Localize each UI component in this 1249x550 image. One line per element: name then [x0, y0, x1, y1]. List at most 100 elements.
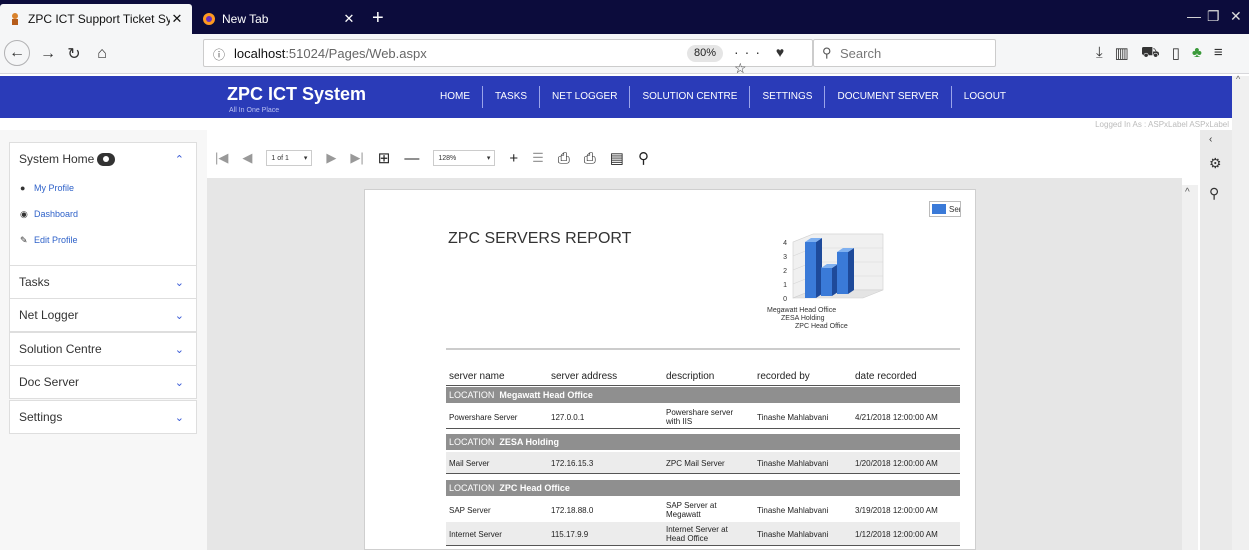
menu-icon[interactable]: ≡	[1214, 44, 1223, 63]
panel-solution-centre[interactable]: Solution Centre ⌄	[9, 332, 197, 366]
col-description: description	[666, 371, 715, 382]
divider	[446, 348, 960, 350]
url-bar[interactable]: ⓘ localhost:51024/Pages/Web.aspx 80% ···…	[203, 39, 813, 76]
zoom-select[interactable]: 128% ▾	[433, 150, 496, 166]
servers-chart: 0 1 2 3 4 Megawatt Head OfficeZESA HoldingZPC…	[767, 233, 884, 330]
chart-bar	[837, 252, 848, 294]
new-tab-icon[interactable]: +	[372, 6, 384, 30]
highlight-icon[interactable]: ☰	[532, 150, 544, 166]
zoom-level[interactable]: 80%	[687, 45, 723, 62]
tab-new-tab[interactable]: New Tab ✕	[194, 4, 364, 34]
forward-icon[interactable]: →	[36, 42, 60, 66]
chart-bar	[805, 242, 816, 298]
app-favicon-icon	[8, 12, 22, 26]
chart-tick-label: 3	[783, 254, 787, 261]
report-page: ZPC SERVERS REPORT Seri 0 1 2 3 4 Megawatt He…	[364, 189, 976, 550]
prev-page-icon[interactable]: ◀	[242, 150, 252, 166]
browser-nav-bar: ← → ↻ ⌂ ⓘ localhost:51024/Pages/Web.aspx…	[0, 34, 1249, 76]
menu-home[interactable]: HOME	[428, 86, 483, 108]
search-input[interactable]: ⚲ Search	[813, 39, 996, 67]
dashboard-icon: ◉	[20, 208, 28, 219]
legend-swatch	[932, 204, 946, 214]
search-icon: ⚲	[822, 45, 832, 60]
sidebar-item-settings: Settings	[19, 410, 63, 424]
header-rule	[446, 385, 960, 386]
library-icon[interactable]: ▥	[1115, 44, 1129, 63]
tab-zpc-ict[interactable]: ZPC ICT Support Ticket System ✕	[0, 4, 192, 34]
page-scrollbar[interactable]: ^	[1232, 74, 1249, 550]
sidebar-item-dashboard[interactable]: ◉ Dashboard	[10, 201, 196, 227]
report-scrollbar[interactable]: ^	[1182, 185, 1198, 550]
legend-label: Seri	[949, 204, 960, 214]
table-header: server name server address description r…	[446, 371, 960, 385]
scroll-up-icon[interactable]: ^	[1185, 187, 1190, 198]
system-home-header[interactable]: System Home ⌃	[10, 143, 196, 175]
chevron-down-icon[interactable]: ⌄	[175, 411, 184, 424]
page-select[interactable]: 1 of 1 ▾	[266, 150, 313, 166]
user-icon: ●	[20, 183, 26, 193]
home-icon[interactable]: ⌂	[90, 42, 114, 66]
menu-settings[interactable]: SETTINGS	[750, 86, 826, 108]
col-server-address: server address	[551, 371, 618, 382]
col-date-recorded: date recorded	[855, 371, 917, 382]
report-title: ZPC SERVERS REPORT	[448, 230, 632, 247]
panel-tasks[interactable]: Tasks ⌄	[9, 265, 197, 299]
menu-net-logger[interactable]: NET LOGGER	[540, 86, 631, 108]
menu-document-server[interactable]: DOCUMENT SERVER	[825, 86, 952, 108]
menu-tasks[interactable]: TASKS	[483, 86, 541, 108]
first-page-icon[interactable]: |◀	[215, 150, 228, 166]
brand-title[interactable]: ZPC ICT System	[227, 84, 366, 105]
page-actions-icon[interactable]: ··· ♥ ☆	[734, 44, 812, 77]
info-icon[interactable]: ⓘ	[213, 46, 225, 63]
table-row: SAP Server 172.18.88.0 SAP Server at Meg…	[449, 501, 938, 519]
close-window-icon[interactable]: ✕	[1230, 8, 1242, 25]
brand-tagline: All In One Place	[229, 107, 280, 114]
collapse-icon[interactable]: ‹	[1209, 134, 1212, 145]
zoom-out-icon[interactable]: —	[404, 150, 419, 167]
panel-doc-server[interactable]: Doc Server ⌄	[9, 365, 197, 399]
print-icon[interactable]: ⎙	[558, 150, 570, 167]
chevron-up-icon[interactable]: ⌃	[175, 153, 184, 166]
panel-net-logger[interactable]: Net Logger ⌄	[9, 298, 197, 332]
sidebar-item-doc-server: Doc Server	[19, 375, 80, 389]
chart-category-label: Megawatt Head Office	[767, 307, 836, 314]
menu-solution-centre[interactable]: SOLUTION CENTRE	[630, 86, 751, 108]
extension-icon[interactable]: ♣	[1192, 44, 1202, 63]
last-page-icon[interactable]: ▶|	[350, 150, 363, 166]
panel-settings[interactable]: Settings ⌄	[9, 400, 197, 434]
browser-toolbar-icons: ⤓ ▥ ⛟ ▯ ♣ ≡	[1096, 44, 1223, 63]
export-icon[interactable]: ▤	[610, 149, 624, 167]
gear-icon[interactable]: ⚙	[1209, 155, 1222, 172]
group-header: LOCATION ZPC Head Office	[446, 480, 960, 496]
print-page-icon[interactable]: ⎙	[584, 150, 596, 167]
sidebar-item-my-profile[interactable]: ● My Profile	[10, 175, 196, 201]
sidebar-icon[interactable]: ▯	[1172, 44, 1180, 63]
cart-icon[interactable]: ⛟	[1141, 44, 1160, 63]
chart-bar-side	[848, 248, 854, 294]
chart-legend: Seri	[929, 201, 961, 217]
chevron-down-icon[interactable]: ⌄	[175, 309, 184, 322]
minimize-icon[interactable]: —	[1187, 8, 1201, 24]
scroll-up-icon[interactable]: ^	[1236, 74, 1240, 84]
chevron-down-icon[interactable]: ⌄	[175, 343, 184, 356]
browser-tab-bar: ZPC ICT Support Ticket System ✕ New Tab …	[0, 0, 1249, 34]
sidebar-item-edit-profile[interactable]: ✎ Edit Profile	[10, 227, 196, 253]
reload-icon[interactable]: ↻	[62, 42, 86, 66]
zoom-in-icon[interactable]: +	[509, 150, 518, 167]
download-icon[interactable]: ⤓	[1096, 44, 1103, 63]
system-home-label: System Home	[19, 151, 95, 166]
table-row: Powershare Server 127.0.0.1 Powershare s…	[446, 405, 960, 429]
back-icon[interactable]: ←	[4, 40, 30, 66]
menu-logout[interactable]: LOGOUT	[952, 86, 1018, 108]
chevron-down-icon[interactable]: ⌄	[175, 376, 184, 389]
dropdown-arrow-icon: ▾	[486, 155, 491, 162]
table-row: Mail Server 172.16.15.3 ZPC Mail Server …	[446, 452, 960, 474]
search-icon[interactable]: ⚲	[1209, 185, 1219, 202]
search-report-icon[interactable]: ⚲	[638, 149, 649, 167]
close-tab-icon[interactable]: ✕	[342, 11, 356, 27]
next-page-icon[interactable]: ▶	[326, 150, 336, 166]
multi-page-icon[interactable]: ⊞	[378, 149, 391, 167]
close-tab-icon[interactable]: ✕	[170, 11, 184, 27]
restore-icon[interactable]: ❐	[1207, 8, 1220, 25]
chevron-down-icon[interactable]: ⌄	[175, 276, 184, 289]
